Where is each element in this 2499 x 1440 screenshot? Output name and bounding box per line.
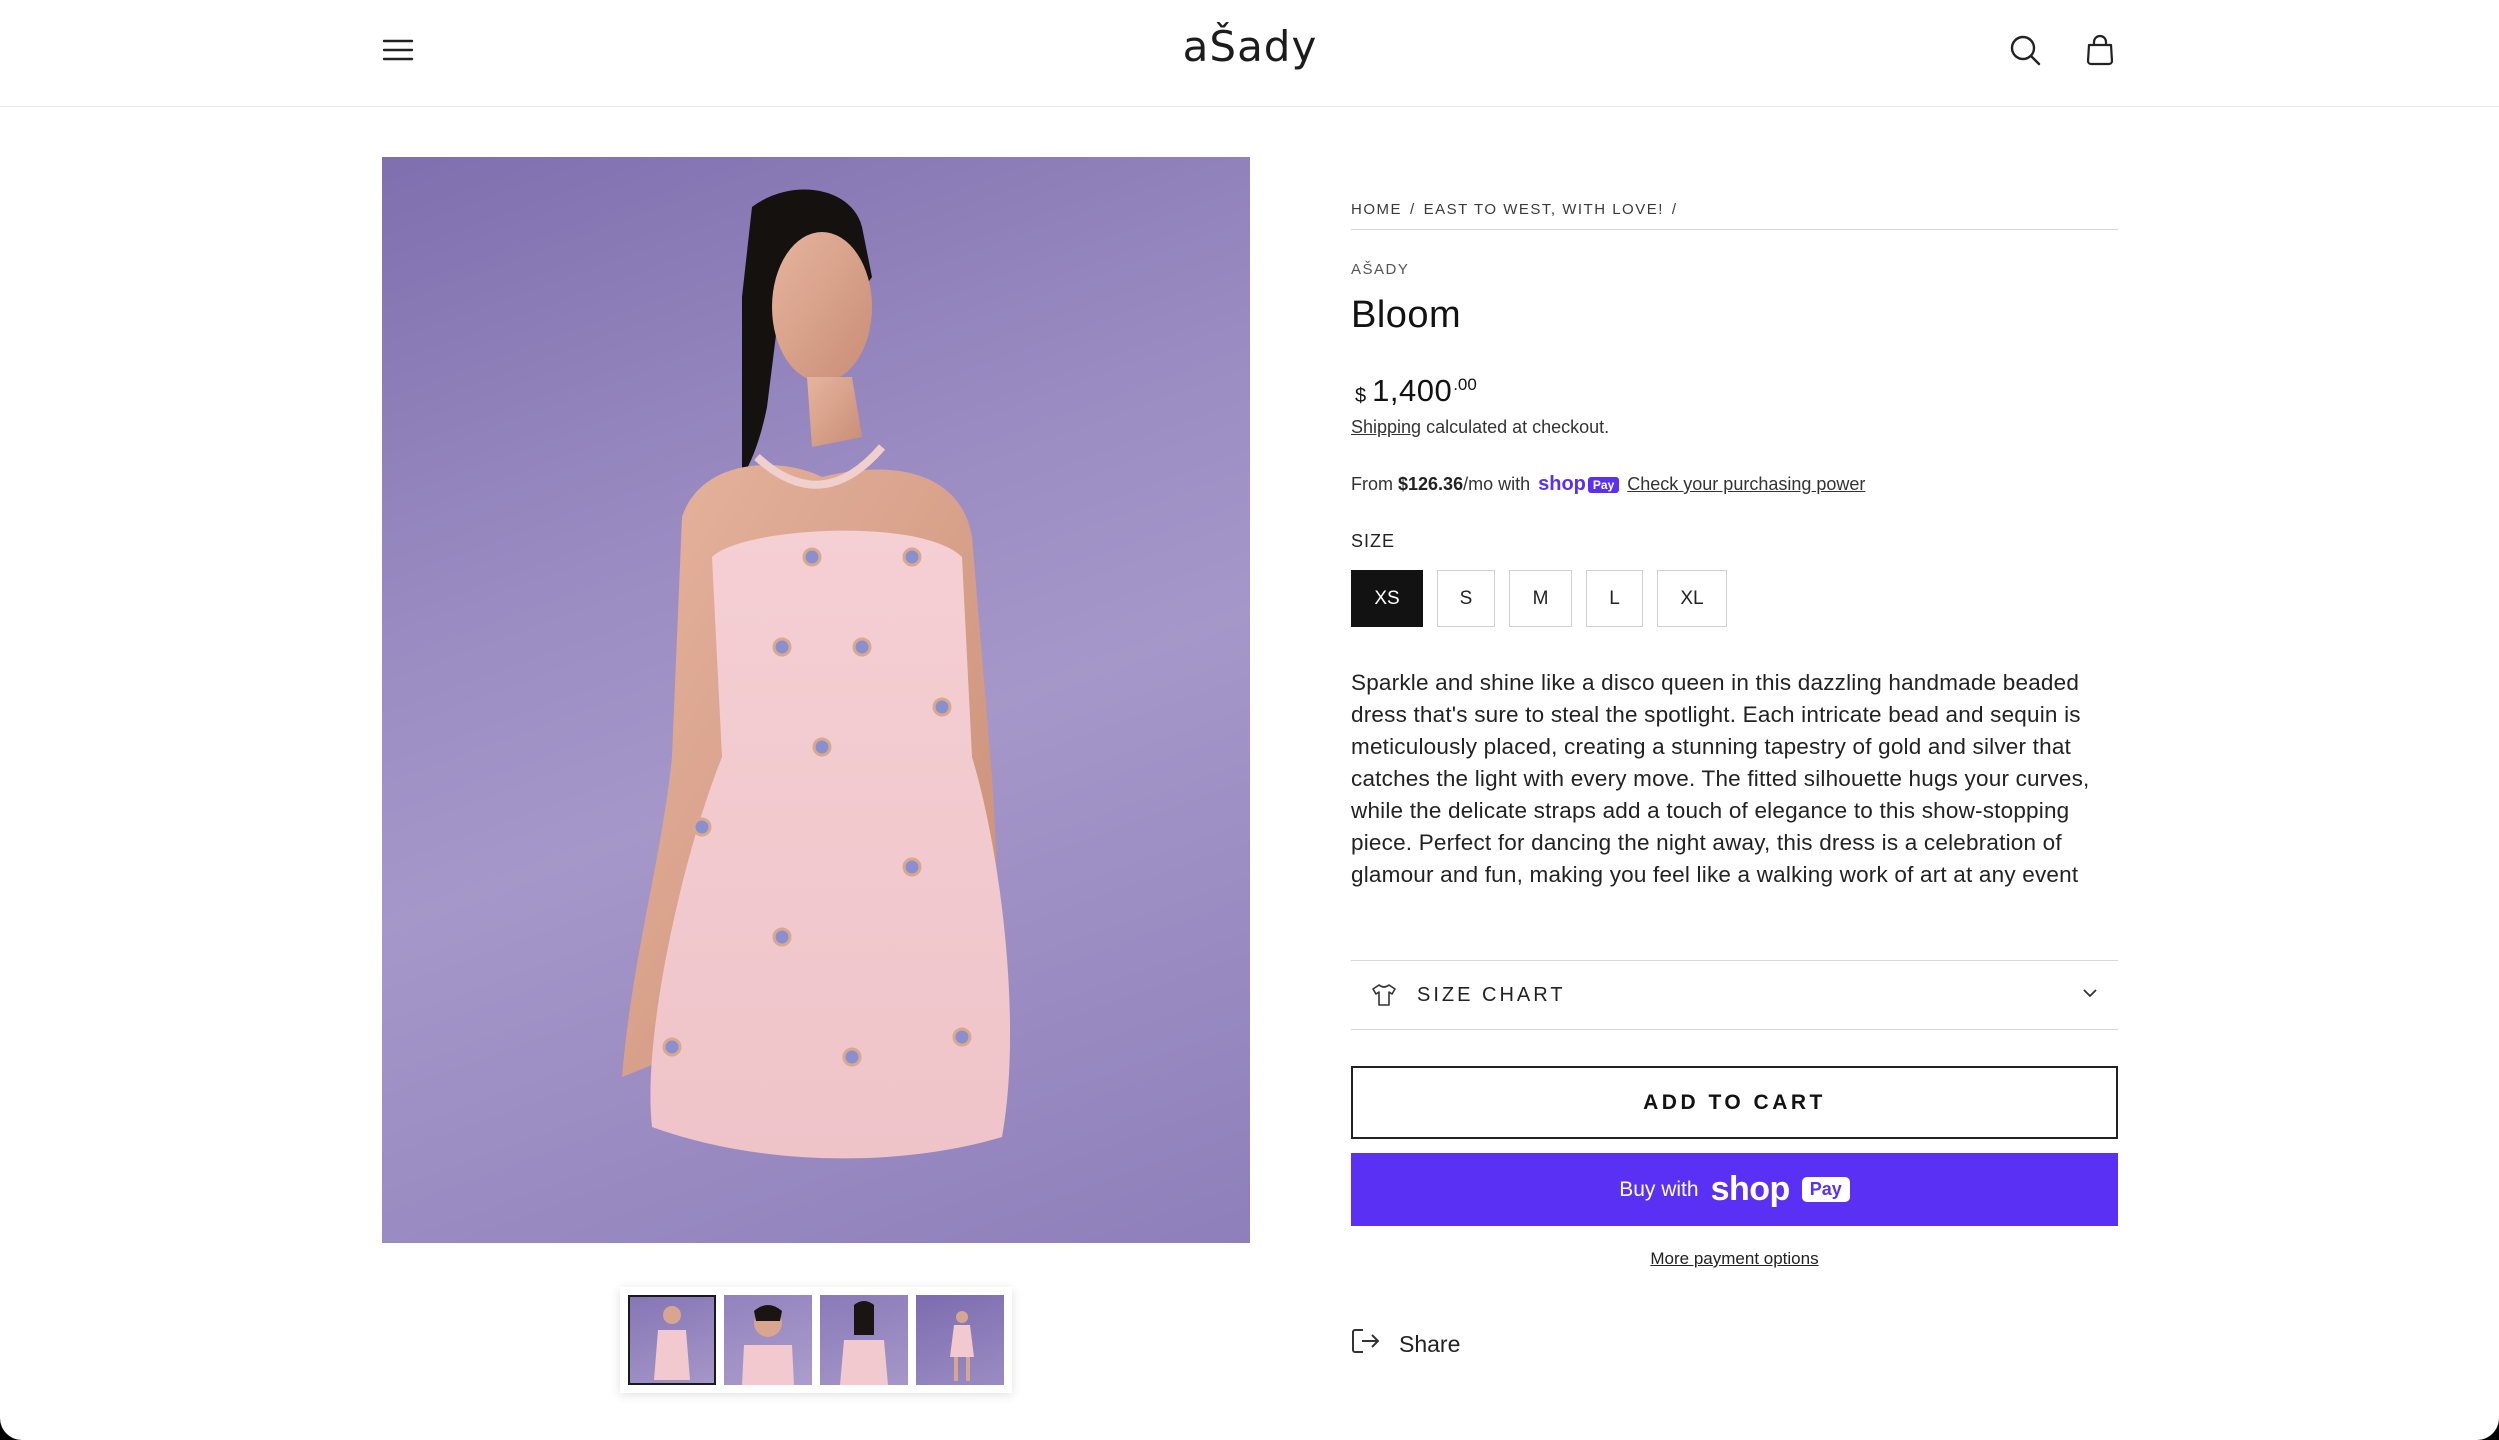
size-option-s[interactable]: S [1437, 570, 1495, 627]
shipping-link[interactable]: Shipping [1351, 417, 1421, 437]
product-vendor: AŠADY [1351, 261, 1410, 278]
menu-icon[interactable] [378, 30, 418, 70]
thumbnail-3[interactable] [820, 1295, 908, 1385]
installments-text: From $126.36/mo with [1351, 474, 1531, 494]
size-option-m[interactable]: M [1509, 570, 1572, 627]
shoppay-installments: From $126.36/mo with shop Pay Check your … [1351, 473, 1865, 496]
shipping-text: calculated at checkout. [1421, 417, 1610, 437]
buy-now-prefix: Buy with [1619, 1177, 1699, 1201]
product-description: Sparkle and shine like a disco queen in … [1351, 670, 2090, 887]
size-option-xs[interactable]: XS [1351, 570, 1423, 627]
tshirt-icon [1371, 982, 1397, 1008]
breadcrumb-separator: / [1671, 201, 1678, 218]
size-option-xl[interactable]: XL [1657, 570, 1727, 627]
breadcrumb-collection[interactable]: EAST TO WEST, WITH LOVE! [1424, 201, 1664, 218]
thumbnail-2[interactable] [724, 1295, 812, 1385]
size-label: SIZE [1351, 531, 1396, 551]
check-purchasing-power-link[interactable]: Check your purchasing power [1627, 474, 1865, 495]
share-label: Share [1399, 1330, 1461, 1357]
product-title: Bloom [1351, 294, 1462, 336]
price-cents: .00 [1453, 375, 1477, 394]
price-currency: $ [1355, 385, 1367, 407]
breadcrumb-home[interactable]: HOME [1351, 201, 1402, 218]
thumbnail-1[interactable] [628, 1295, 716, 1385]
price-amount: 1,400 [1372, 373, 1453, 408]
product-page: aŠady HOME / EAST TO WEST, WITH LOVE! / … [0, 0, 2499, 1440]
thumbnail-4[interactable] [916, 1295, 1004, 1385]
more-payment-options-link[interactable]: More payment options [1351, 1249, 2118, 1269]
pay-badge: Pay [1801, 1177, 1850, 1202]
size-option-l[interactable]: L [1586, 570, 1643, 627]
size-selector: XS S M L XL [1351, 570, 1727, 627]
shoppay-logo: shop Pay [1538, 473, 1620, 496]
installments-amount: $126.36 [1398, 474, 1464, 494]
buy-with-shoppay-button[interactable]: Buy with shop Pay [1351, 1153, 2118, 1226]
size-chart-label: SIZE CHART [1417, 983, 1566, 1006]
shipping-note: Shipping calculated at checkout. [1351, 417, 1609, 438]
share-button[interactable]: Share [1351, 1327, 1460, 1361]
site-header: aŠady [0, 0, 2499, 107]
shop-brand: shop [1710, 1170, 1791, 1208]
search-icon[interactable] [2005, 30, 2045, 70]
site-logo[interactable]: aŠady [1150, 22, 1350, 78]
divider [1351, 229, 2118, 230]
share-icon [1351, 1327, 1381, 1361]
thumbnail-strip [620, 1287, 1012, 1393]
add-to-cart-button[interactable]: ADD TO CART [1351, 1066, 2118, 1139]
product-price: $ 1,400 .00 [1355, 373, 1477, 409]
cart-icon[interactable] [2080, 30, 2120, 70]
chevron-down-icon [2080, 983, 2100, 1008]
size-chart-accordion[interactable]: SIZE CHART [1351, 960, 2118, 1030]
breadcrumb-separator: / [1410, 201, 1416, 218]
breadcrumb: HOME / EAST TO WEST, WITH LOVE! / [1351, 201, 1678, 218]
product-main-image[interactable] [382, 157, 1250, 1243]
